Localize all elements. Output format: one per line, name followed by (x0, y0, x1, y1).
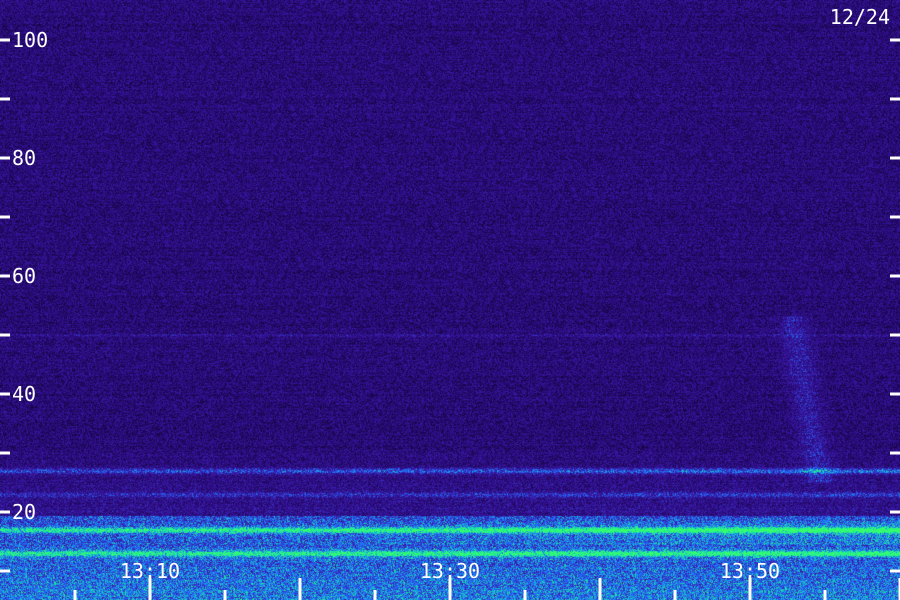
y-tick-label-80: 80 (12, 146, 36, 170)
y-tick-label-100: 100 (12, 28, 48, 52)
y-axis-right (890, 38, 900, 573)
x-tick-label-1350: 13:50 (720, 559, 780, 583)
y-tick-label-20: 20 (12, 500, 36, 524)
y-tick-label-40: 40 (12, 382, 36, 406)
y-axis-left (0, 38, 10, 573)
y-tick-label-60: 60 (12, 264, 36, 288)
chart-axes: 100 80 60 40 20 13:10 13:30 13:50 12/24 (0, 5, 900, 600)
x-tick-label-1310: 13:10 (120, 559, 180, 583)
date-label: 12/24 (830, 5, 890, 29)
x-tick-label-1330: 13:30 (420, 559, 480, 583)
